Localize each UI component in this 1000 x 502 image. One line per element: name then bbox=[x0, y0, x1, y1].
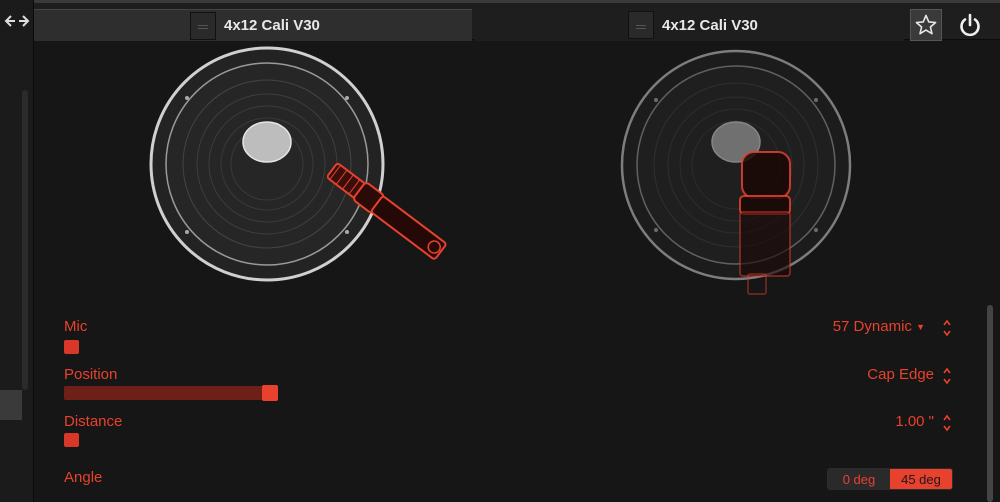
angle-45deg-button[interactable]: 45 deg bbox=[890, 469, 952, 489]
position-stepper-icon[interactable] bbox=[942, 367, 952, 385]
speaker-b-graphic bbox=[620, 49, 852, 281]
cab-header: 4x12 Cali V30 4x12 Cali V30 bbox=[34, 0, 1000, 41]
cab-b-title: 4x12 Cali V30 bbox=[662, 16, 758, 34]
distance-stepper-icon[interactable] bbox=[942, 414, 952, 432]
mic-value[interactable]: 57 Dynamic ▼ bbox=[833, 318, 925, 335]
star-icon bbox=[915, 14, 937, 35]
left-selected-item[interactable] bbox=[0, 390, 22, 420]
grip-icon[interactable] bbox=[628, 11, 654, 39]
position-slider[interactable] bbox=[64, 385, 278, 401]
position-label: Position bbox=[64, 366, 118, 383]
mic-stepper-icon[interactable] bbox=[942, 319, 952, 337]
right-scrollbar[interactable] bbox=[987, 305, 993, 502]
cab-a-tab[interactable]: 4x12 Cali V30 bbox=[34, 9, 472, 41]
cab-a-title: 4x12 Cali V30 bbox=[224, 17, 320, 34]
speaker-a-graphic bbox=[149, 46, 385, 282]
position-value[interactable]: Cap Edge bbox=[867, 366, 934, 383]
favorite-button[interactable] bbox=[910, 9, 942, 41]
mic-indicator[interactable] bbox=[64, 340, 79, 354]
distance-indicator[interactable] bbox=[64, 433, 79, 447]
angle-label: Angle bbox=[64, 469, 103, 486]
power-button[interactable] bbox=[950, 9, 990, 41]
position-slider-thumb[interactable] bbox=[262, 385, 278, 401]
cab-b-tab[interactable]: 4x12 Cali V30 bbox=[474, 9, 904, 41]
angle-0deg-button[interactable]: 0 deg bbox=[828, 469, 890, 489]
angle-toggle-group: 0 deg 45 deg bbox=[827, 468, 953, 490]
mic-label: Mic bbox=[64, 318, 88, 335]
dropdown-arrow-icon[interactable]: ▼ bbox=[916, 322, 925, 332]
power-icon bbox=[960, 13, 980, 37]
grip-icon[interactable] bbox=[190, 11, 216, 40]
swap-arrows-icon[interactable] bbox=[2, 8, 32, 34]
position-slider-fill bbox=[64, 386, 278, 400]
mic-b-graphic[interactable] bbox=[739, 151, 791, 295]
distance-label: Distance bbox=[64, 413, 123, 430]
left-scrollbar[interactable] bbox=[22, 90, 28, 390]
mic-value-text: 57 Dynamic bbox=[832, 318, 912, 335]
distance-value[interactable]: 1.00 " bbox=[895, 413, 934, 430]
mic-placement-stage bbox=[34, 40, 1000, 320]
left-panel-strip bbox=[0, 0, 34, 502]
